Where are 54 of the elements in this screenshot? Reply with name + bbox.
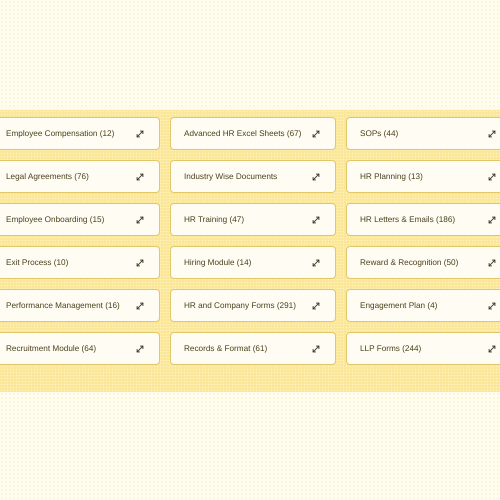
category-card[interactable]: LLP Forms (244) [346,332,500,365]
category-label: Advanced HR Excel Sheets (67) [184,129,302,138]
expand-icon [311,172,321,182]
expand-icon [311,128,321,138]
category-card[interactable]: Reward & Recognition (50) [346,246,500,279]
category-card[interactable]: HR Planning (13) [346,160,500,193]
expand-icon [311,214,321,224]
category-label: SOPs (44) [360,129,398,138]
category-label: Records & Format (61) [184,344,268,353]
expand-icon [135,344,145,354]
expand-icon [487,128,497,138]
category-card[interactable]: SOPs (44) [346,117,500,150]
category-card[interactable]: HR Training (47) [170,203,336,236]
category-label: Engagement Plan (4) [360,301,438,310]
category-card[interactable]: Exit Process (10) [0,246,160,279]
expand-icon [135,258,145,268]
category-card[interactable]: Records & Format (61) [170,332,336,365]
category-card[interactable]: Engagement Plan (4) [346,289,500,322]
expand-icon [311,300,321,310]
expand-icon [487,258,497,268]
category-label: Industry Wise Documents [184,172,278,181]
expand-icon [487,214,497,224]
category-label: Performance Management (16) [6,301,120,310]
expand-icon [135,128,145,138]
category-card[interactable]: Industry Wise Documents [170,160,336,193]
category-label: Legal Agreements (76) [6,172,89,181]
category-card[interactable]: Legal Agreements (76) [0,160,160,193]
category-label: HR Training (47) [184,215,244,224]
category-card[interactable]: Recruitment Module (64) [0,332,160,365]
category-card[interactable]: Employee Onboarding (15) [0,203,160,236]
category-label: HR Letters & Emails (186) [360,215,456,224]
category-card[interactable]: Hiring Module (14) [170,246,336,279]
category-card[interactable]: Advanced HR Excel Sheets (67) [170,117,336,150]
category-card[interactable]: HR and Company Forms (291) [170,289,336,322]
expand-icon [135,300,145,310]
category-card[interactable]: HR Letters & Emails (186) [346,203,500,236]
category-card[interactable]: Employee Compensation (12) [0,117,160,150]
category-label: HR and Company Forms (291) [184,301,296,310]
category-label: Reward & Recognition (50) [360,258,458,267]
category-label: Exit Process (10) [6,258,68,267]
category-label: HR Planning (13) [360,172,423,181]
expand-icon [487,344,497,354]
expand-icon [311,258,321,268]
category-label: Recruitment Module (64) [6,344,96,353]
category-label: Employee Compensation (12) [6,129,114,138]
expand-icon [135,172,145,182]
category-label: LLP Forms (244) [360,344,422,353]
category-label: Hiring Module (14) [184,258,252,267]
expand-icon [487,172,497,182]
expand-icon [311,344,321,354]
expand-icon [487,300,497,310]
category-card[interactable]: Performance Management (16) [0,289,160,322]
category-label: Employee Onboarding (15) [6,215,104,224]
expand-icon [135,214,145,224]
